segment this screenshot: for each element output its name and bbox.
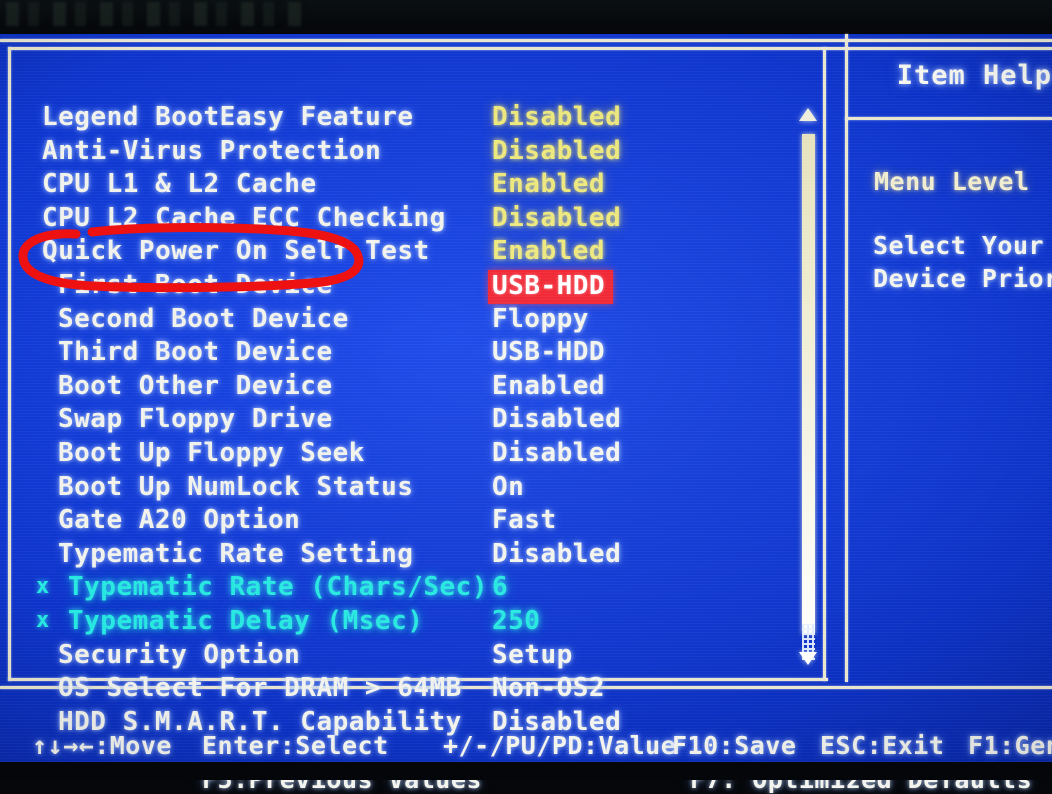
bios-option-row[interactable]: Legend BootEasy Feature Disabled xyxy=(0,102,790,136)
bios-option-row[interactable]: x Typematic Delay (Msec) 250 xyxy=(0,606,790,640)
scroll-up-arrow-icon[interactable] xyxy=(799,108,817,121)
option-value[interactable]: Disabled xyxy=(492,203,621,233)
option-value[interactable]: Setup xyxy=(492,640,573,670)
bios-option-row[interactable]: Quick Power On Self Test Enabled xyxy=(0,236,790,270)
bios-option-row[interactable]: Boot Other Device Enabled xyxy=(0,371,790,405)
item-help-body-line-2: Device Priority xyxy=(873,264,1052,293)
bios-option-list: Legend BootEasy Feature Disabled Anti-Viru… xyxy=(0,34,790,737)
bios-option-row[interactable]: Security Option Setup xyxy=(0,640,790,674)
frame-border-list-right xyxy=(823,47,826,681)
option-label: Boot Up NumLock Status xyxy=(58,471,414,502)
option-label: Anti-Virus Protection xyxy=(42,135,382,166)
bios-option-row[interactable]: Boot Up NumLock Status On xyxy=(0,472,790,506)
help-key-value: +/-/PU/PD:Value xyxy=(443,731,677,760)
option-label: Gate A20 Option xyxy=(58,505,301,536)
menu-level-label: Menu Level xyxy=(874,167,1030,196)
bios-option-row[interactable]: Second Boot Device Floppy xyxy=(0,304,790,338)
bios-option-row[interactable]: Boot Up Floppy Seek Disabled xyxy=(0,438,790,472)
help-key-save: F10:Save xyxy=(672,731,797,760)
option-label: CPU L1 & L2 Cache xyxy=(42,169,317,200)
option-label: Swap Floppy Drive xyxy=(58,404,333,435)
option-value[interactable]: Disabled xyxy=(492,539,621,569)
option-label: Quick Power On Self Test xyxy=(42,236,430,267)
option-label: Typematic Rate Setting xyxy=(58,538,414,569)
bios-option-row[interactable]: Gate A20 Option Fast xyxy=(0,505,790,539)
option-label: Security Option xyxy=(58,639,301,670)
option-value[interactable]: Disabled xyxy=(492,438,621,468)
option-label: Typematic Rate (Chars/Sec) xyxy=(68,572,488,603)
scroll-down-arrow-icon[interactable] xyxy=(799,652,817,665)
option-value[interactable]: Disabled xyxy=(492,136,621,166)
monitor-bezel-bottom xyxy=(0,762,1052,780)
option-value[interactable]: 250 xyxy=(492,606,540,636)
bios-option-row[interactable]: CPU L2 Cache ECC Checking Disabled xyxy=(0,203,790,237)
bios-option-row[interactable]: Typematic Rate Setting Disabled xyxy=(0,539,790,573)
monitor-bezel-top xyxy=(0,0,1052,34)
item-help-panel: Item Help Menu Level Select Your Boot De… xyxy=(848,34,1052,682)
option-label: Boot Other Device xyxy=(58,370,333,401)
option-value[interactable]: Enabled xyxy=(492,371,605,401)
option-value[interactable]: Disabled xyxy=(492,102,621,132)
option-value[interactable]: On xyxy=(492,472,524,502)
bios-option-row[interactable]: Anti-Virus Protection Disabled xyxy=(0,136,790,170)
monitor-photo-background: Legend BootEasy Feature Disabled Anti-Viru… xyxy=(0,0,1052,794)
keyboard-help-bar: ↑↓→←:Move Enter:Select +/-/PU/PD:Value F… xyxy=(0,694,1052,794)
option-label: Legend BootEasy Feature xyxy=(42,102,414,132)
help-key-move: ↑↓→←:Move xyxy=(32,731,172,760)
bios-option-row[interactable]: CPU L1 & L2 Cache Enabled xyxy=(0,169,790,203)
help-key-exit: ESC:Exit xyxy=(820,731,945,760)
bios-option-row[interactable]: Swap Floppy Drive Disabled xyxy=(0,404,790,438)
bios-option-row[interactable]: x Typematic Rate (Chars/Sec) 6 xyxy=(0,572,790,606)
option-value[interactable]: Disabled xyxy=(492,404,621,434)
option-value[interactable]: Enabled xyxy=(492,169,605,199)
item-help-title: Item Help xyxy=(896,60,1052,91)
option-label: Third Boot Device xyxy=(58,337,333,368)
offscreen-noise-artifact xyxy=(6,2,306,26)
option-disabled-x-icon: x xyxy=(36,574,50,600)
item-help-body-line-1: Select Your Boot xyxy=(873,231,1052,260)
help-key-general-help: F1:General Help xyxy=(968,731,1052,760)
option-list-scrollbar[interactable] xyxy=(793,96,823,674)
option-value[interactable]: Enabled xyxy=(492,236,605,266)
option-value[interactable]: Fast xyxy=(492,505,557,535)
bios-setup-screen: Legend BootEasy Feature Disabled Anti-Viru… xyxy=(0,34,1052,794)
option-value[interactable]: 6 xyxy=(492,572,508,602)
option-label: Typematic Delay (Msec) xyxy=(68,606,424,636)
option-label: Second Boot Device xyxy=(58,303,349,334)
option-label: CPU L2 Cache ECC Checking xyxy=(42,202,446,233)
bios-option-row[interactable]: First Boot Device USB-HDD xyxy=(0,270,790,304)
option-value[interactable]: Floppy xyxy=(492,304,589,334)
option-label: Boot Up Floppy Seek xyxy=(58,438,365,468)
option-value-selected[interactable]: USB-HDD xyxy=(488,270,614,304)
option-disabled-x-icon: x xyxy=(36,608,50,633)
scrollbar-thumb[interactable] xyxy=(802,134,815,634)
option-value[interactable]: USB-HDD xyxy=(492,337,605,367)
help-key-select: Enter:Select xyxy=(202,731,389,760)
bios-option-row[interactable]: Third Boot Device USB-HDD xyxy=(0,337,790,371)
option-label: First Boot Device xyxy=(58,270,333,300)
